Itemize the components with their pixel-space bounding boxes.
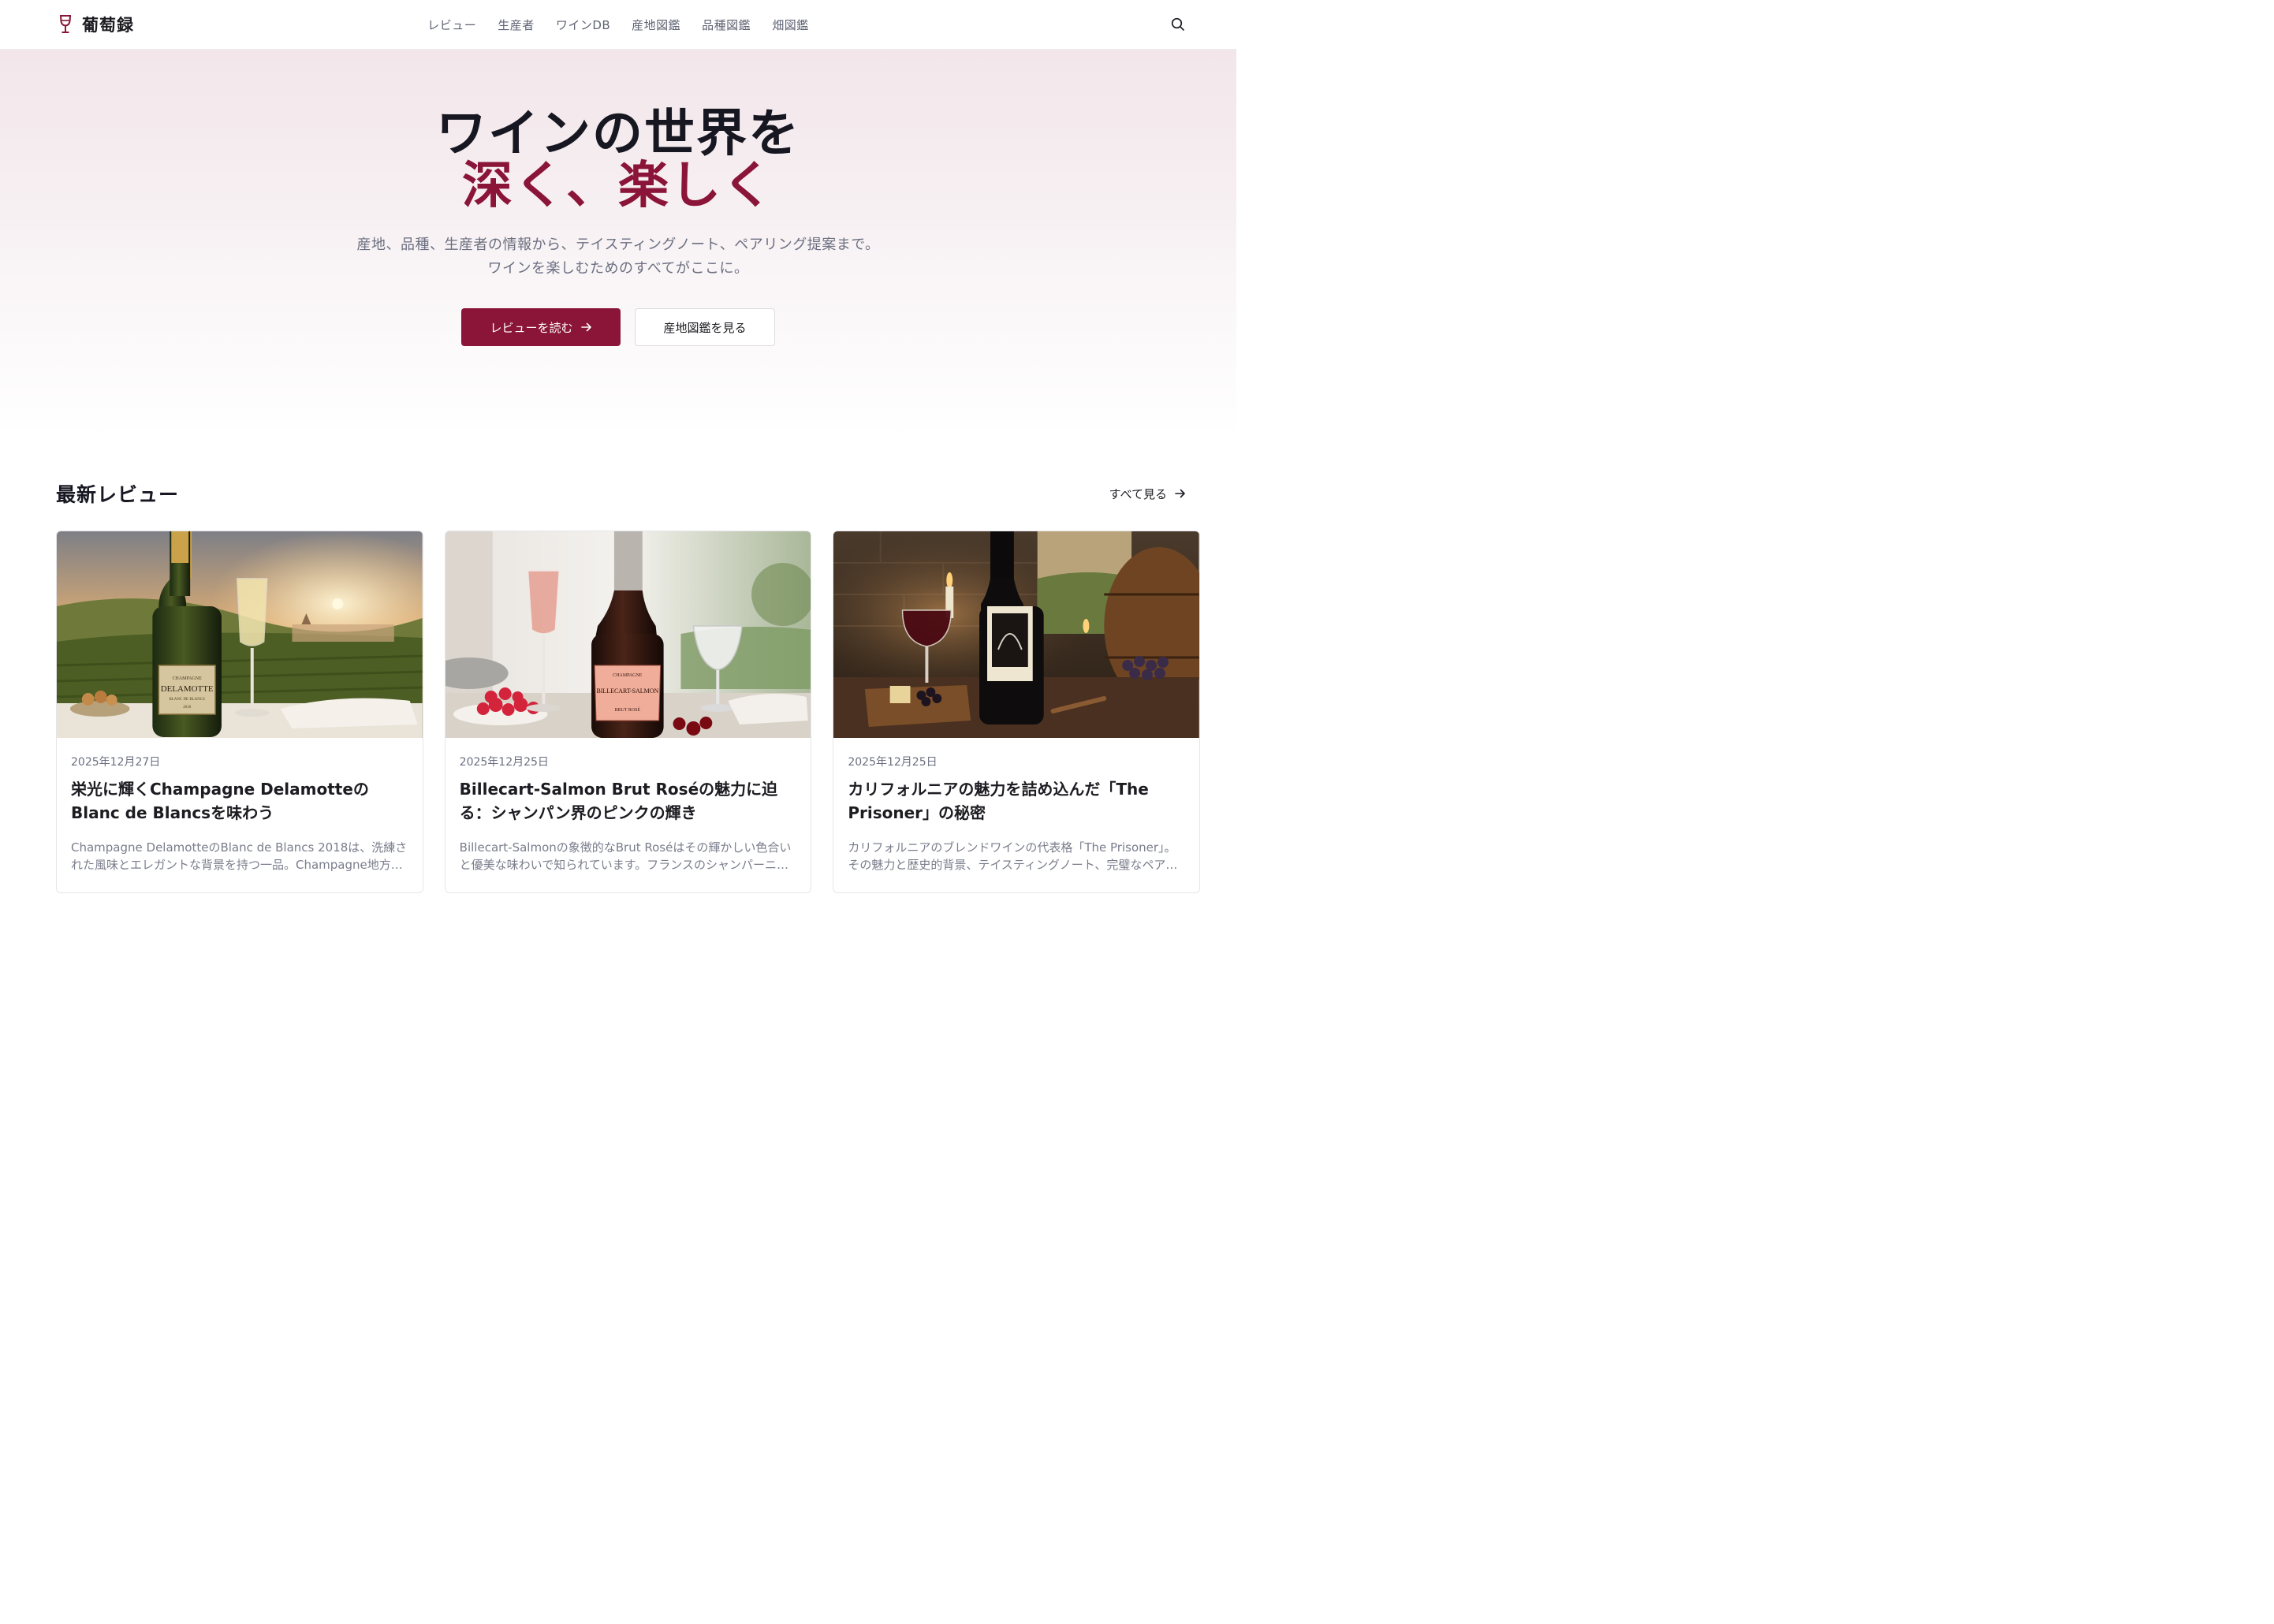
nav-item-regions[interactable]: 産地図鑑 [632,17,680,33]
hero-subtitle: 産地、品種、生産者の情報から、テイスティングノート、ペアリング提案まで。 ワイン… [0,233,1236,281]
card-date: 2025年12月27日 [71,756,161,769]
latest-reviews: 最新レビュー すべて見る CHAMPAGNE DELAMOTTE BLANC D… [0,478,1236,893]
review-card[interactable]: CHAMPAGNE DELAMOTTE BLANC DE BLANCS 2018… [56,531,423,893]
card-body: 2025年12月25日 カリフォルニアの魅力を詰め込んだ「The Prisone… [833,738,1199,873]
label-brand-text: DELAMOTTE [161,684,214,694]
card-excerpt: Champagne DelamotteのBlanc de Blancs 2018… [71,840,408,872]
site-header: 葡萄録 レビュー 生産者 ワインDB 産地図鑑 品種図鑑 畑図鑑 [0,0,1236,50]
card-date: 2025年12月25日 [459,756,549,769]
nav-item-vineyards[interactable]: 畑図鑑 [772,17,809,33]
arrow-right-icon [580,322,591,332]
hero-title-line2: 深く、楽しく [462,156,774,215]
review-image-prisoner [833,531,1200,738]
label-sub-text: BLANC DE BLANCS [169,698,205,702]
review-card[interactable]: 2025年12月25日 カリフォルニアの魅力を詰め込んだ「The Prisone… [833,531,1201,893]
hero-subtitle-line1: 産地、品種、生産者の情報から、テイスティングノート、ペアリング提案まで。 [356,237,880,253]
arrow-right-icon [1175,489,1185,498]
review-image-billecart: CHAMPAGNE BILLECART-SALMON BRUT ROSÉ [445,531,811,738]
card-title[interactable]: 栄光に輝くChampagne DelamotteのBlanc de Blancs… [71,777,408,825]
see-all-link[interactable]: すべて見る [1109,486,1200,502]
search-button[interactable] [1167,13,1189,35]
nav-item-producers[interactable]: 生産者 [498,17,535,33]
label-brand-text: BILLECART-SALMON [596,687,658,695]
card-title[interactable]: カリフォルニアの魅力を詰め込んだ「The Prisoner」の秘密 [848,777,1185,825]
hero-actions: レビューを読む 産地図鑑を見る [0,308,1236,346]
hero-title-line1: ワインの世界を [436,104,800,163]
read-reviews-button[interactable]: レビューを読む [461,308,621,346]
nav-item-reviews[interactable]: レビュー [427,17,476,33]
review-cards: CHAMPAGNE DELAMOTTE BLANC DE BLANCS 2018… [56,531,1201,893]
see-all-label: すべて見る [1109,486,1167,501]
section-title: 最新レビュー [56,483,180,506]
review-image-delamotte: CHAMPAGNE DELAMOTTE BLANC DE BLANCS 2018 [57,531,423,738]
card-title[interactable]: Billecart-Salmon Brut Roséの魅力に迫る：シャンパン界の… [460,777,797,825]
card-body: 2025年12月27日 栄光に輝くChampagne DelamotteのBla… [57,738,423,873]
hero-subtitle-line2: ワインを楽しむためのすべてがここに。 [487,260,749,277]
site-logo[interactable]: 葡萄録 [57,13,134,36]
card-body: 2025年12月25日 Billecart-Salmon Brut Roséの魅… [445,738,811,873]
card-excerpt: カリフォルニアのブレンドワインの代表格「The Prisoner」。その魅力と歴… [848,840,1178,872]
search-icon [1171,17,1184,31]
label-year-text: 2018 [183,706,191,710]
view-regions-button[interactable]: 産地図鑑を見る [635,308,775,346]
hero-title: ワインの世界を 深く、楽しく [0,108,1236,212]
section-header: 最新レビュー すべて見る [56,478,1200,509]
read-reviews-label: レビューを読む [490,320,573,335]
wine-glass-icon [57,13,74,35]
nav-item-grapes[interactable]: 品種図鑑 [702,17,751,33]
label-top-text: CHAMPAGNE [613,673,643,678]
hero: ワインの世界を 深く、楽しく 産地、品種、生産者の情報から、テイスティングノート… [0,50,1236,436]
view-regions-label: 産地図鑑を見る [663,320,747,335]
label-sub-text: BRUT ROSÉ [614,706,640,713]
review-card[interactable]: CHAMPAGNE BILLECART-SALMON BRUT ROSÉ 202… [444,531,812,893]
main-nav: レビュー 生産者 ワインDB 産地図鑑 品種図鑑 畑図鑑 [0,0,1236,50]
card-excerpt: Billecart-Salmonの象徴的なBrut Roséはその輝かしい色合い… [459,840,792,872]
label-top-text: CHAMPAGNE [173,676,203,681]
nav-item-wine-db[interactable]: ワインDB [556,17,610,33]
card-date: 2025年12月25日 [848,756,938,769]
site-name: 葡萄録 [82,15,134,35]
